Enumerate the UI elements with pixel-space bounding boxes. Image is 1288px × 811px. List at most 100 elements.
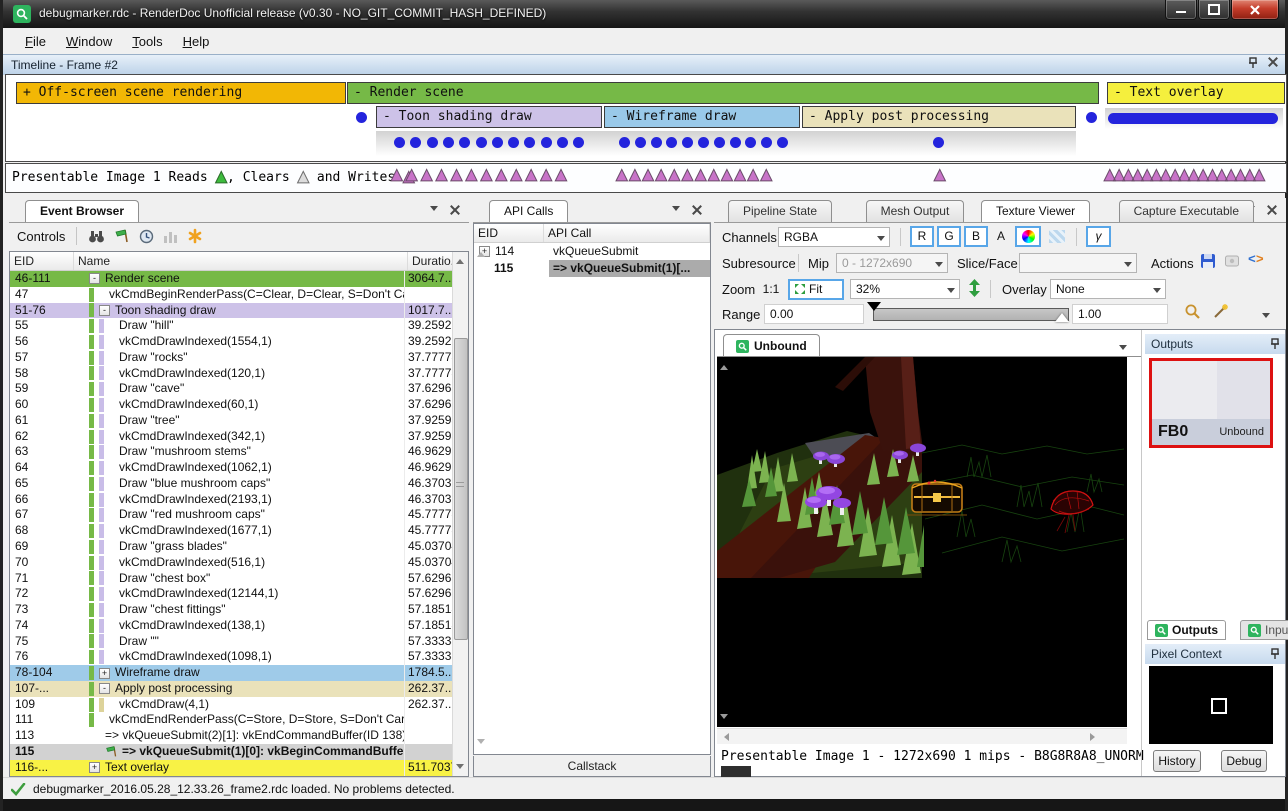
- texture-tab-list-icon[interactable]: [1119, 345, 1127, 354]
- close-button[interactable]: [1231, 0, 1279, 20]
- event-row[interactable]: 70vkCmdDrawIndexed(516,1)45.03704: [10, 555, 468, 571]
- scroll-down-icon[interactable]: [456, 764, 464, 773]
- event-row[interactable]: 55Draw "hill"39.25926: [10, 318, 468, 334]
- scrollbar-thumb[interactable]: [454, 338, 468, 640]
- event-row[interactable]: 61Draw "tree"37.92593: [10, 413, 468, 429]
- event-row[interactable]: 115=> vkQueueSubmit(1)[0]: vkBeginComman…: [10, 744, 468, 760]
- checkerboard-backdrop-button[interactable]: [1045, 226, 1069, 247]
- tab-outputs[interactable]: Outputs: [1147, 620, 1226, 640]
- event-row[interactable]: 78-104+Wireframe draw1784.5...: [10, 665, 468, 681]
- timeline-marker--render-scene[interactable]: - Render scene: [347, 82, 1099, 104]
- panel-menu-icon[interactable]: [430, 206, 438, 215]
- timeline-marker--wireframe-draw[interactable]: - Wireframe draw: [604, 106, 800, 128]
- autofit-range-icon[interactable]: [1184, 303, 1201, 320]
- collapse-icon[interactable]: -: [99, 683, 110, 694]
- timeline-marker--text-overlay[interactable]: - Text overlay: [1107, 82, 1285, 104]
- event-row[interactable]: 75Draw ""57.33333: [10, 634, 468, 650]
- find-binoculars-icon[interactable]: [88, 229, 105, 244]
- colorwheel-backdrop-button[interactable]: [1015, 226, 1041, 247]
- slice-face-select[interactable]: [1019, 253, 1137, 273]
- event-row[interactable]: 67Draw "red mushroom caps"45.77778: [10, 507, 468, 523]
- pin-icon[interactable]: [1248, 57, 1258, 69]
- tab-pipeline-state[interactable]: Pipeline State: [728, 200, 832, 222]
- event-row[interactable]: 71Draw "chest box"57.62963: [10, 571, 468, 587]
- minimize-button[interactable]: [1165, 0, 1197, 20]
- canvas-scroll-up-icon[interactable]: [720, 361, 728, 370]
- menu-item-window[interactable]: Window: [56, 31, 122, 52]
- event-row[interactable]: 47vkCmdBeginRenderPass(C=Clear, D=Clear,…: [10, 287, 468, 303]
- timeline-close-icon[interactable]: [1268, 57, 1277, 66]
- column-header-apicall[interactable]: API Call: [544, 224, 710, 242]
- expand-icon[interactable]: +: [89, 762, 100, 773]
- event-row[interactable]: 46-111-Render scene3064.7...: [10, 271, 468, 287]
- toolbar-overflow-button[interactable]: [1258, 305, 1274, 326]
- event-row[interactable]: 60vkCmdDrawIndexed(60,1)37.62963: [10, 397, 468, 413]
- pin-icon[interactable]: [1270, 338, 1280, 350]
- menu-item-tools[interactable]: Tools: [122, 31, 172, 52]
- range-black-point-handle[interactable]: [867, 302, 881, 311]
- callstack-bar[interactable]: Callstack: [473, 756, 711, 777]
- zoom-percent-select[interactable]: 32%: [850, 279, 960, 299]
- mip-select[interactable]: 0 - 1272x690: [836, 253, 948, 273]
- scroll-right-icon[interactable]: [1090, 733, 1099, 741]
- texture-canvas[interactable]: [717, 357, 1127, 727]
- pixel-context-view[interactable]: [1149, 666, 1273, 744]
- event-row[interactable]: 56vkCmdDrawIndexed(1554,1)39.25926: [10, 334, 468, 350]
- bookmark-flag-icon[interactable]: [114, 228, 130, 244]
- event-browser-scrollbar[interactable]: [452, 252, 468, 776]
- texture-viewer-close-icon[interactable]: [1267, 205, 1276, 214]
- overlay-select[interactable]: None: [1050, 279, 1166, 299]
- pin-icon[interactable]: [1270, 648, 1280, 660]
- flip-y-icon[interactable]: [968, 279, 981, 297]
- api-call-row[interactable]: +114vkQueueSubmit: [474, 243, 710, 260]
- event-row[interactable]: 66vkCmdDrawIndexed(2193,1)46.37037: [10, 492, 468, 508]
- canvas-scroll-down-icon[interactable]: [720, 714, 728, 723]
- channel-green-button[interactable]: G: [937, 226, 961, 247]
- column-header-eid[interactable]: EID: [474, 224, 544, 242]
- range-wand-icon[interactable]: [1212, 303, 1229, 320]
- tab-texture-viewer[interactable]: Texture Viewer: [981, 200, 1090, 222]
- event-row[interactable]: 109vkCmdDraw(4,1)262.37...: [10, 697, 468, 713]
- tab-mesh-output[interactable]: Mesh Output: [866, 200, 965, 222]
- timeline-marker--apply-post-processing[interactable]: - Apply post processing: [802, 106, 1076, 128]
- event-row[interactable]: 64vkCmdDrawIndexed(1062,1)46.96296: [10, 460, 468, 476]
- scroll-left-icon[interactable]: [720, 733, 729, 741]
- scroll-up-icon[interactable]: [477, 248, 485, 257]
- scroll-down-icon[interactable]: [477, 739, 485, 748]
- zoom-fit-button[interactable]: Fit: [788, 279, 844, 300]
- channel-red-button[interactable]: R: [910, 226, 934, 247]
- output-fb0-thumbnail[interactable]: FB0 Unbound: [1149, 358, 1273, 448]
- menu-item-file[interactable]: File: [15, 31, 56, 52]
- debug-button[interactable]: Debug: [1221, 750, 1267, 772]
- channel-blue-button[interactable]: B: [964, 226, 988, 247]
- custom-action-asterisk-icon[interactable]: [187, 228, 203, 244]
- gamma-button[interactable]: γ: [1086, 226, 1111, 247]
- channel-alpha-button[interactable]: A: [991, 226, 1011, 247]
- event-row[interactable]: 57Draw "rocks"37.77778: [10, 350, 468, 366]
- range-min-input[interactable]: 0.00: [764, 304, 864, 324]
- api-calls-close-icon[interactable]: [692, 205, 701, 214]
- event-row[interactable]: 69Draw "grass blades"45.03704: [10, 539, 468, 555]
- event-row[interactable]: 74vkCmdDrawIndexed(138,1)57.18518: [10, 618, 468, 634]
- event-row[interactable]: 59Draw "cave"37.62963: [10, 381, 468, 397]
- timeline-marker--toon-shading-draw[interactable]: - Toon shading draw: [376, 106, 602, 128]
- tab-api-calls[interactable]: API Calls: [489, 200, 568, 222]
- event-row[interactable]: 62vkCmdDrawIndexed(342,1)37.92593: [10, 429, 468, 445]
- range-max-input[interactable]: 1.00: [1072, 304, 1168, 324]
- history-button[interactable]: History: [1153, 750, 1201, 772]
- event-row[interactable]: 51-76-Toon shading draw1017.7...: [10, 303, 468, 319]
- event-row[interactable]: 58vkCmdDrawIndexed(120,1)37.77778: [10, 366, 468, 382]
- save-texture-icon[interactable]: [1200, 253, 1216, 269]
- event-row[interactable]: 116-...+Text overlay511.7037: [10, 760, 468, 776]
- scroll-up-icon[interactable]: [456, 255, 464, 264]
- tab-inputs[interactable]: Inputs: [1240, 620, 1288, 640]
- event-row[interactable]: 63Draw "mushroom stems"46.96296: [10, 444, 468, 460]
- range-slider[interactable]: [873, 308, 1069, 321]
- event-row[interactable]: 68vkCmdDrawIndexed(1677,1)45.77778: [10, 523, 468, 539]
- open-custom-shader-icon[interactable]: <>: [1248, 252, 1264, 267]
- event-row[interactable]: 111vkCmdEndRenderPass(C=Store, D=Store, …: [10, 712, 468, 728]
- event-row[interactable]: 107-...-Apply post processing262.37...: [10, 681, 468, 697]
- menu-item-help[interactable]: Help: [173, 31, 220, 52]
- event-row[interactable]: 72vkCmdDrawIndexed(12144,1)57.62963: [10, 586, 468, 602]
- tab-texture-unbound[interactable]: Unbound: [723, 334, 820, 357]
